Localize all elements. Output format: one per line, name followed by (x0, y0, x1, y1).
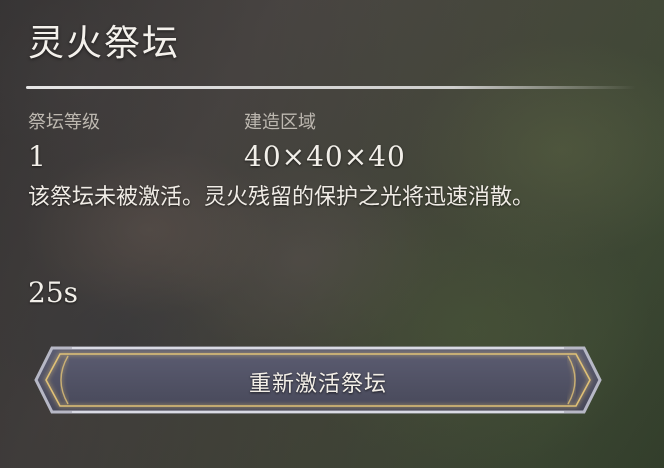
title-divider (26, 86, 636, 89)
reactivate-altar-button[interactable]: 重新激活祭坛 (32, 340, 604, 420)
build-area-label: 建造区域 (244, 112, 316, 133)
altar-level-label: 祭坛等级 (28, 112, 100, 133)
countdown-timer: 25s (28, 276, 78, 309)
altar-info-panel: 灵火祭坛 祭坛等级 建造区域 1 40×40×40 该祭坛未被激活。灵火残留的保… (0, 0, 664, 468)
status-description: 该祭坛未被激活。灵火残留的保护之光将迅速消散。 (28, 185, 535, 210)
panel-title: 灵火祭坛 (28, 23, 181, 64)
reactivate-altar-button-label: 重新激活祭坛 (248, 372, 387, 397)
altar-level-value: 1 (28, 140, 46, 173)
build-area-value: 40×40×40 (244, 140, 406, 173)
